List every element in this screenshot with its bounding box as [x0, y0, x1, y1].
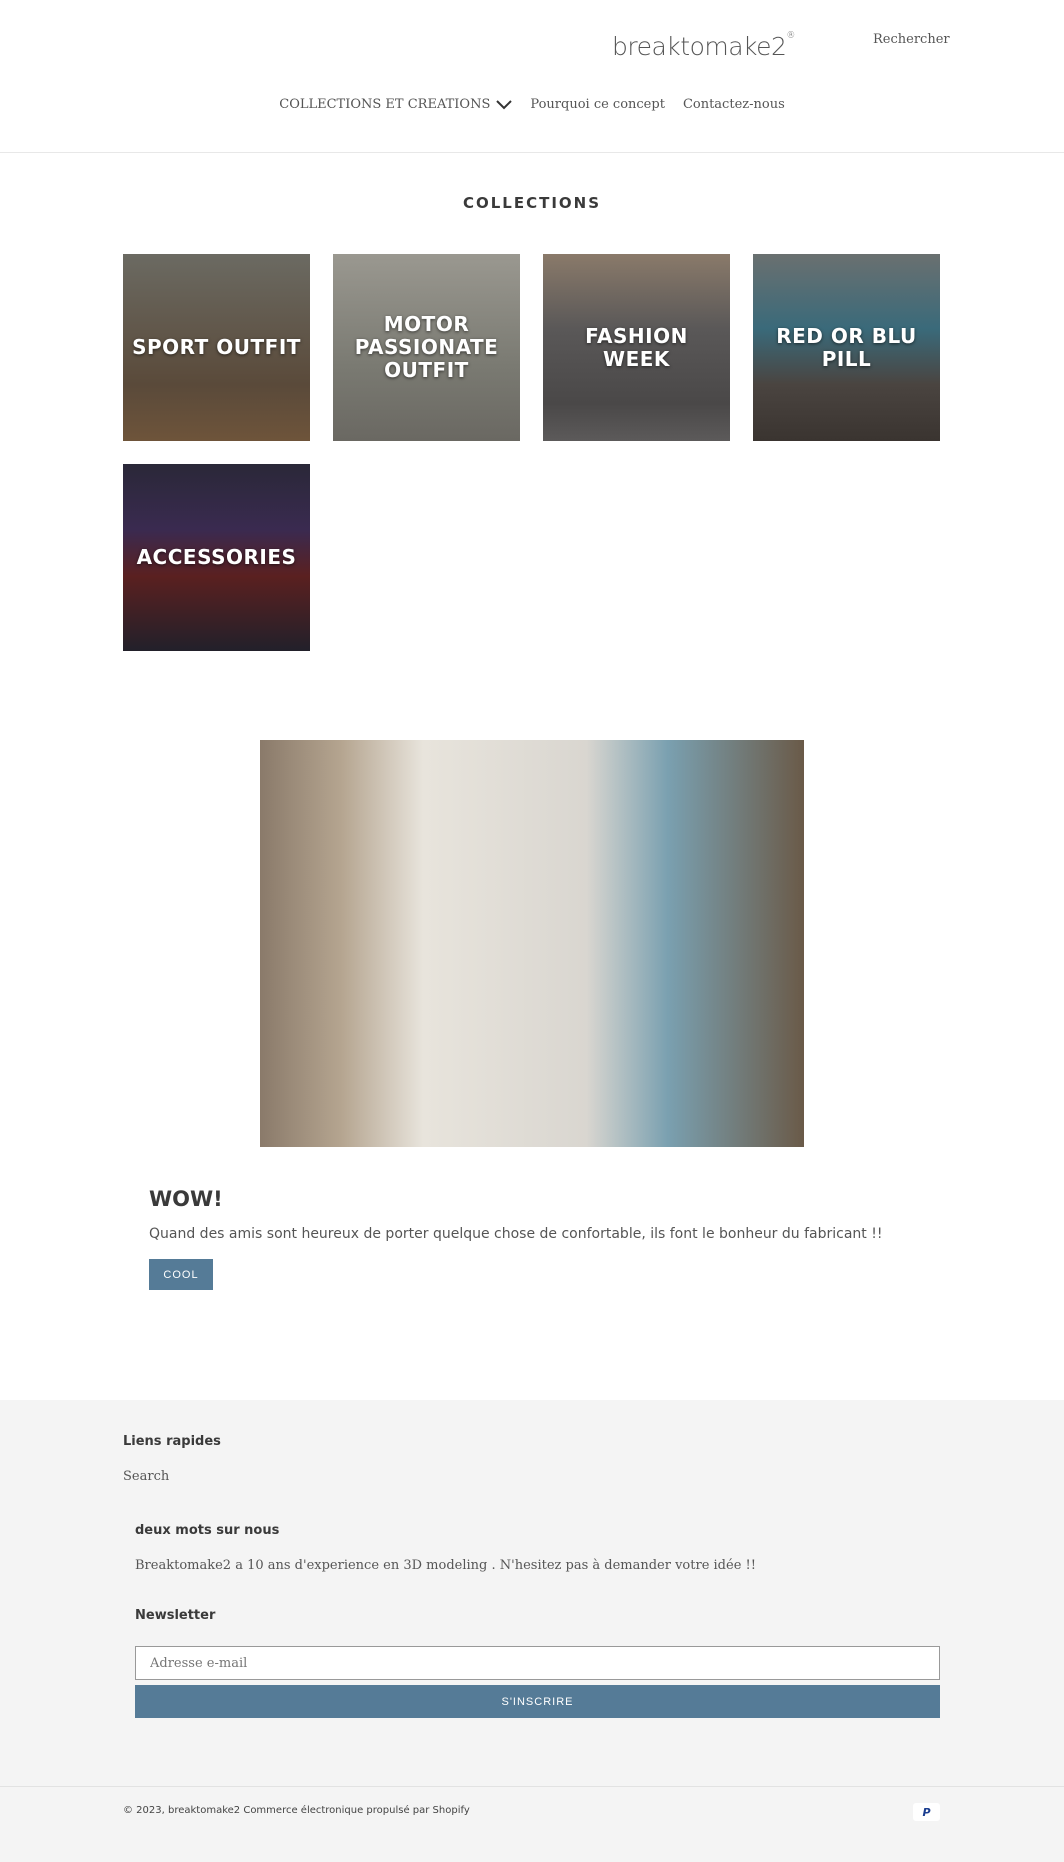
- feature-title: WOW!: [149, 1187, 223, 1211]
- chevron-down-icon: [496, 99, 513, 109]
- about-title: deux mots sur nous: [135, 1523, 280, 1538]
- subscribe-button[interactable]: S'INSCRIRE: [135, 1685, 940, 1718]
- search-link[interactable]: Rechercher: [873, 32, 950, 47]
- collection-tile-fashion[interactable]: FASHION WEEK: [543, 254, 730, 441]
- collection-tile-motor[interactable]: MOTOR PASSIONATE OUTFIT: [333, 254, 520, 441]
- copyright: © 2023, breaktomake2 Commerce électroniq…: [123, 1805, 470, 1816]
- collection-tile-accessories[interactable]: ACCESSORIES: [123, 464, 310, 651]
- tile-label: SPORT OUTFIT: [132, 335, 301, 359]
- tile-label: FASHION WEEK: [585, 323, 688, 371]
- tile-label: ACCESSORIES: [136, 545, 297, 569]
- nav-label: COLLECTIONS ET CREATIONS: [279, 97, 491, 112]
- tile-label: RED OR BLU PILL: [776, 323, 917, 371]
- logo-text: breaktomake2: [612, 32, 787, 61]
- cool-button[interactable]: COOL: [149, 1259, 213, 1290]
- nav-item-contact[interactable]: Contactez-nous: [683, 97, 785, 112]
- hero-image: [260, 740, 804, 1147]
- collections-title: COLLECTIONS: [462, 194, 602, 212]
- site-header: breaktomake2® Rechercher COLLECTIONS ET …: [0, 0, 1064, 153]
- nav-item-concept[interactable]: Pourquoi ce concept: [530, 97, 665, 112]
- collection-tile-sport[interactable]: SPORT OUTFIT: [123, 254, 310, 441]
- registered-mark: ®: [786, 30, 795, 41]
- nav-item-collections[interactable]: COLLECTIONS ET CREATIONS: [279, 97, 513, 112]
- newsletter-title: Newsletter: [135, 1608, 216, 1623]
- quick-links-title: Liens rapides: [123, 1434, 221, 1449]
- main-nav: COLLECTIONS ET CREATIONS Pourquoi ce con…: [0, 97, 1064, 112]
- logo[interactable]: breaktomake2®: [612, 30, 795, 61]
- footer-link-search[interactable]: Search: [123, 1469, 169, 1484]
- paypal-icon: P: [913, 1803, 940, 1821]
- collection-tile-pill[interactable]: RED OR BLU PILL: [753, 254, 940, 441]
- email-input[interactable]: [135, 1646, 940, 1680]
- tile-label: MOTOR PASSIONATE OUTFIT: [354, 312, 499, 382]
- feature-text: Quand des amis sont heureux de porter qu…: [149, 1226, 883, 1242]
- site-footer: Liens rapides Search deux mots sur nous …: [0, 1400, 1064, 1862]
- footer-divider: [0, 1786, 1064, 1787]
- about-text: Breaktomake2 a 10 ans d'experience en 3D…: [135, 1558, 756, 1573]
